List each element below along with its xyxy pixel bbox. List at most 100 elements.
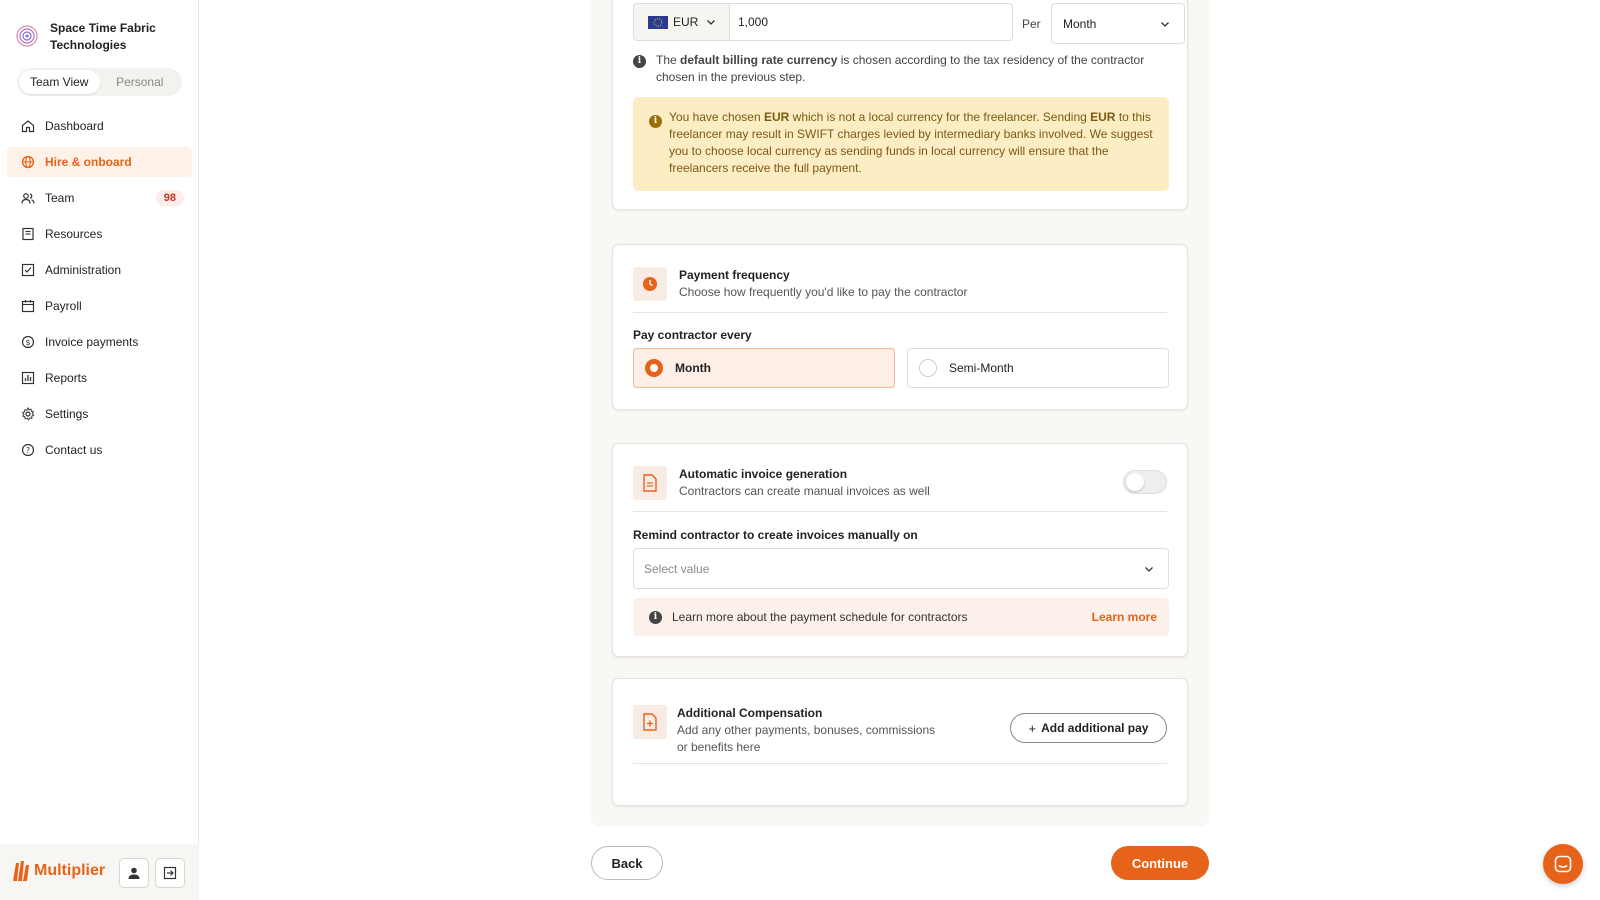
- sidebar-footer: Multiplier: [0, 844, 199, 900]
- section-title: Automatic invoice generation: [679, 467, 848, 481]
- book-icon: [22, 227, 34, 241]
- section-title: Additional Compensation: [677, 706, 823, 720]
- auto-invoice-toggle[interactable]: [1123, 470, 1167, 494]
- radio-label: Semi-Month: [949, 361, 1014, 375]
- back-button[interactable]: Back: [591, 846, 663, 880]
- sidebar-item-label: Payroll: [45, 299, 82, 313]
- additional-compensation-card: Additional Compensation Add any other pa…: [612, 678, 1188, 806]
- user-icon: [128, 867, 140, 879]
- section-subtitle: Add any other payments, bonuses, commiss…: [677, 723, 936, 754]
- sidebar-item-label: Team: [45, 191, 75, 205]
- currency-value: EUR: [673, 15, 699, 29]
- radio-selected-icon: [645, 359, 663, 377]
- per-label: Per: [1022, 17, 1041, 31]
- section-subtitle: Contractors can create manual invoices a…: [679, 484, 930, 498]
- remind-day-select[interactable]: Select value: [633, 548, 1169, 589]
- dollar-icon: $: [21, 335, 35, 349]
- document-icon: [633, 466, 667, 500]
- sidebar-item-hire-onboard[interactable]: Hire & onboard: [7, 147, 192, 177]
- section-subtitle: Choose how frequently you'd like to pay …: [679, 285, 968, 299]
- sidebar-item-team[interactable]: Team 98: [7, 183, 192, 213]
- chart-icon: [21, 371, 35, 385]
- home-icon: [21, 120, 35, 133]
- add-additional-pay-button[interactable]: + Add additional pay: [1010, 713, 1167, 743]
- chevron-down-icon: [1161, 21, 1169, 27]
- checklist-icon: [21, 263, 35, 277]
- additional-header: Additional Compensation Add any other pa…: [633, 705, 937, 756]
- schedule-info-text: Learn more about the payment schedule fo…: [672, 610, 968, 624]
- sidebar-item-dashboard[interactable]: Dashboard: [7, 111, 192, 141]
- radio-semi-month[interactable]: Semi-Month: [907, 348, 1169, 388]
- org-name: Space Time Fabric Technologies: [50, 21, 156, 52]
- multiplier-logo-icon: [13, 861, 29, 881]
- payment-frequency-header: Payment frequency Choose how frequently …: [633, 267, 967, 301]
- chevron-down-icon: [1145, 566, 1153, 572]
- chat-support-button[interactable]: [1543, 844, 1583, 884]
- view-toggle: Team View Personal: [17, 68, 182, 96]
- sidebar-item-label: Invoice payments: [45, 335, 139, 349]
- currency-info-text: The default billing rate currency is cho…: [656, 53, 1145, 84]
- chevron-down-icon: [707, 20, 716, 25]
- payment-frequency-card: Payment frequency Choose how frequently …: [612, 244, 1188, 410]
- remind-label: Remind contractor to create invoices man…: [633, 528, 918, 542]
- add-document-icon: [633, 705, 667, 739]
- sidebar-item-payroll[interactable]: Payroll: [7, 291, 192, 321]
- sidebar-item-invoice-payments[interactable]: $ Invoice payments: [7, 327, 192, 357]
- chat-icon: [1554, 855, 1572, 873]
- amount-input[interactable]: 1,000: [729, 3, 1013, 41]
- plus-icon: +: [1028, 720, 1037, 736]
- sidebar-item-label: Settings: [45, 407, 89, 421]
- divider: [633, 511, 1167, 512]
- currency-select[interactable]: EUR: [633, 3, 729, 41]
- divider: [633, 312, 1167, 313]
- amount-value: 1,000: [738, 15, 769, 29]
- globe-icon: [21, 155, 35, 169]
- logout-button[interactable]: [155, 858, 185, 888]
- continue-button[interactable]: Continue: [1111, 846, 1209, 880]
- eu-flag-icon: [648, 15, 668, 29]
- currency-info: i The default billing rate currency is c…: [633, 52, 1163, 86]
- period-value: Month: [1063, 16, 1097, 31]
- divider: [633, 763, 1167, 764]
- pay-every-label: Pay contractor every: [633, 328, 752, 342]
- profile-button[interactable]: [119, 858, 149, 888]
- personal-view-tab[interactable]: Personal: [100, 70, 181, 94]
- clock-icon: [633, 267, 667, 301]
- brand-name: Multiplier: [34, 862, 106, 879]
- svg-text:?: ?: [26, 446, 30, 455]
- sidebar-item-settings[interactable]: Settings: [7, 399, 192, 429]
- sidebar-item-label: Reports: [45, 371, 88, 385]
- radio-unselected-icon: [919, 359, 937, 377]
- brand-logo: Multiplier: [12, 860, 105, 882]
- sidebar-item-reports[interactable]: Reports: [7, 363, 192, 393]
- sidebar-item-label: Hire & onboard: [45, 155, 132, 169]
- gear-icon: [21, 407, 35, 421]
- sidebar-item-administration[interactable]: Administration: [7, 255, 192, 285]
- logout-icon: [163, 866, 177, 880]
- learn-more-link[interactable]: Learn more: [1092, 610, 1157, 624]
- svg-text:$: $: [25, 338, 30, 347]
- period-select[interactable]: Month: [1051, 3, 1185, 44]
- team-count-badge: 98: [155, 190, 184, 206]
- invoice-generation-card: Automatic invoice generation Contractors…: [612, 443, 1188, 657]
- select-placeholder: Select value: [644, 561, 710, 576]
- radio-month[interactable]: Month: [633, 348, 895, 388]
- sidebar: Space Time Fabric Technologies Team View…: [0, 0, 199, 900]
- help-icon: ?: [21, 443, 35, 457]
- invoice-header: Automatic invoice generation Contractors…: [633, 466, 930, 500]
- sidebar-item-contact-us[interactable]: ? Contact us: [7, 435, 192, 465]
- team-view-tab[interactable]: Team View: [19, 70, 100, 94]
- section-title: Payment frequency: [679, 268, 790, 282]
- org-switcher[interactable]: Space Time Fabric Technologies: [14, 20, 170, 54]
- calendar-icon: [21, 300, 35, 313]
- sidebar-item-resources[interactable]: Resources: [7, 219, 192, 249]
- currency-warning: i You have chosen EUR which is not a loc…: [633, 97, 1169, 191]
- sidebar-item-label: Administration: [45, 263, 122, 277]
- toggle-knob: [1126, 473, 1144, 491]
- billing-rate-card: EUR 1,000 Per Month i The default billin…: [612, 0, 1188, 210]
- warning-icon: i: [649, 115, 662, 128]
- sidebar-item-label: Dashboard: [45, 119, 104, 133]
- sidebar-item-label: Resources: [45, 227, 103, 241]
- info-icon: i: [649, 610, 662, 624]
- button-label: Add additional pay: [1041, 721, 1149, 735]
